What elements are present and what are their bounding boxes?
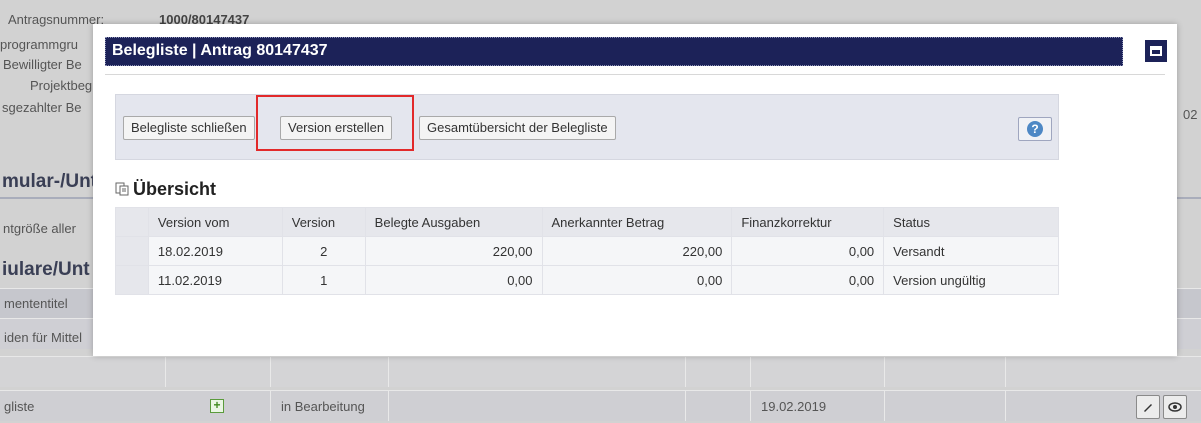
cell-status: Version ungültig xyxy=(883,265,1059,295)
cell-status: Versandt xyxy=(883,236,1059,266)
cell-finanzkorrektur: 0,00 xyxy=(731,265,885,295)
overview-belegliste-button[interactable]: Gesamtübersicht der Belegliste xyxy=(419,116,616,140)
heading-formulare: iulare/Unt xyxy=(2,259,90,280)
create-version-button[interactable]: Version erstellen xyxy=(280,116,393,140)
cell-anerkannter-betrag: 0,00 xyxy=(541,265,733,295)
help-button[interactable]: ? xyxy=(1018,117,1052,141)
right-partial-value: 02 xyxy=(1183,107,1198,122)
column-header[interactable]: Finanzkorrektur xyxy=(731,207,885,237)
label-antragsnummer: Antragsnummer: xyxy=(8,12,105,27)
cell-finanzkorrektur: 0,00 xyxy=(731,236,885,266)
label-programmgruppe: programmgru xyxy=(0,37,79,52)
row-selector[interactable] xyxy=(115,236,149,266)
label-total-size: ntgröße aller xyxy=(3,221,76,236)
column-header[interactable]: Anerkannter Betrag xyxy=(541,207,733,237)
cell-anerkannter-betrag: 220,00 xyxy=(541,236,733,266)
close-belegliste-button[interactable]: Belegliste schließen xyxy=(123,116,255,140)
cell-belegte-ausgaben: 0,00 xyxy=(364,265,543,295)
cell-version: 2 xyxy=(281,236,366,266)
column-header[interactable]: Version xyxy=(281,207,366,237)
document-icon xyxy=(115,182,129,196)
belegliste-dialog: Belegliste | Antrag 80147437 Belegliste … xyxy=(93,24,1177,356)
dialog-titlebar[interactable]: Belegliste | Antrag 80147437 xyxy=(105,37,1123,66)
table-header-row: Version vom Version Belegte Ausgaben Ane… xyxy=(115,207,1059,237)
eye-icon[interactable] xyxy=(1163,395,1187,419)
label-projektbeginn: Projektbeg xyxy=(30,78,93,93)
column-header[interactable]: Version vom xyxy=(147,207,283,237)
maximize-icon[interactable] xyxy=(1145,40,1167,62)
row-selector[interactable] xyxy=(115,265,149,295)
divider xyxy=(105,74,1165,75)
heading-rule-right xyxy=(1177,197,1201,199)
row-status: in Bearbeitung xyxy=(281,399,365,414)
label-ausgezahlter-betrag: sgezahlter Be xyxy=(2,100,82,115)
row-label-mittel: iden für Mittel xyxy=(4,330,83,345)
table-row[interactable]: 18.02.2019 2 220,00 220,00 0,00 Versandt xyxy=(115,236,1059,266)
plus-icon[interactable]: + xyxy=(210,399,224,413)
label-bewilligter-betrag: Bewilligter Be xyxy=(3,57,82,72)
help-icon: ? xyxy=(1027,121,1043,137)
cell-version-date: 11.02.2019 xyxy=(147,265,283,295)
column-header[interactable]: Status xyxy=(883,207,1059,237)
row-date: 19.02.2019 xyxy=(761,399,827,414)
heading-rule xyxy=(0,197,94,199)
column-dokumententitel: mententitel xyxy=(4,296,68,311)
column-header[interactable]: Belegte Ausgaben xyxy=(364,207,543,237)
select-column-header xyxy=(115,207,149,237)
section-title: Übersicht xyxy=(133,179,217,199)
cell-version-date: 18.02.2019 xyxy=(147,236,283,266)
toolbar: Belegliste schließen Version erstellen G… xyxy=(115,94,1059,160)
cell-version: 1 xyxy=(281,265,366,295)
table-row xyxy=(0,356,1201,387)
table-row[interactable]: 11.02.2019 1 0,00 0,00 0,00 Version ungü… xyxy=(115,265,1059,295)
heading-formular: mular-/Unt xyxy=(2,171,97,192)
versions-table: Version vom Version Belegte Ausgaben Ane… xyxy=(115,207,1059,295)
row-label-belegliste: gliste xyxy=(4,399,35,414)
table-row-belegliste[interactable]: gliste + in Bearbeitung 19.02.2019 xyxy=(0,390,1201,421)
pencil-icon[interactable] xyxy=(1136,395,1160,419)
cell-belegte-ausgaben: 220,00 xyxy=(364,236,543,266)
dialog-title: Belegliste | Antrag 80147437 xyxy=(112,42,328,59)
